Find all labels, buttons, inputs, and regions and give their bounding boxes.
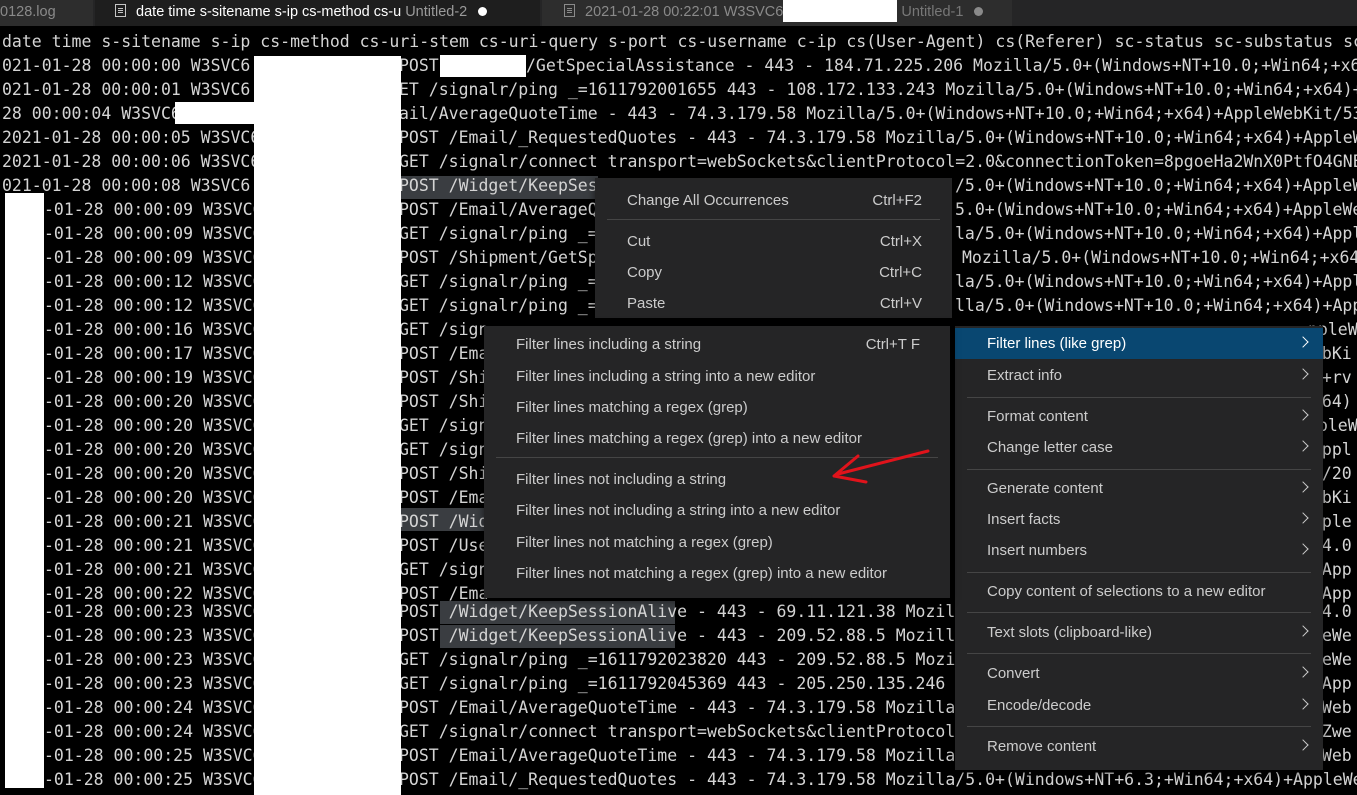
- red-arrow-icon: [832, 449, 930, 484]
